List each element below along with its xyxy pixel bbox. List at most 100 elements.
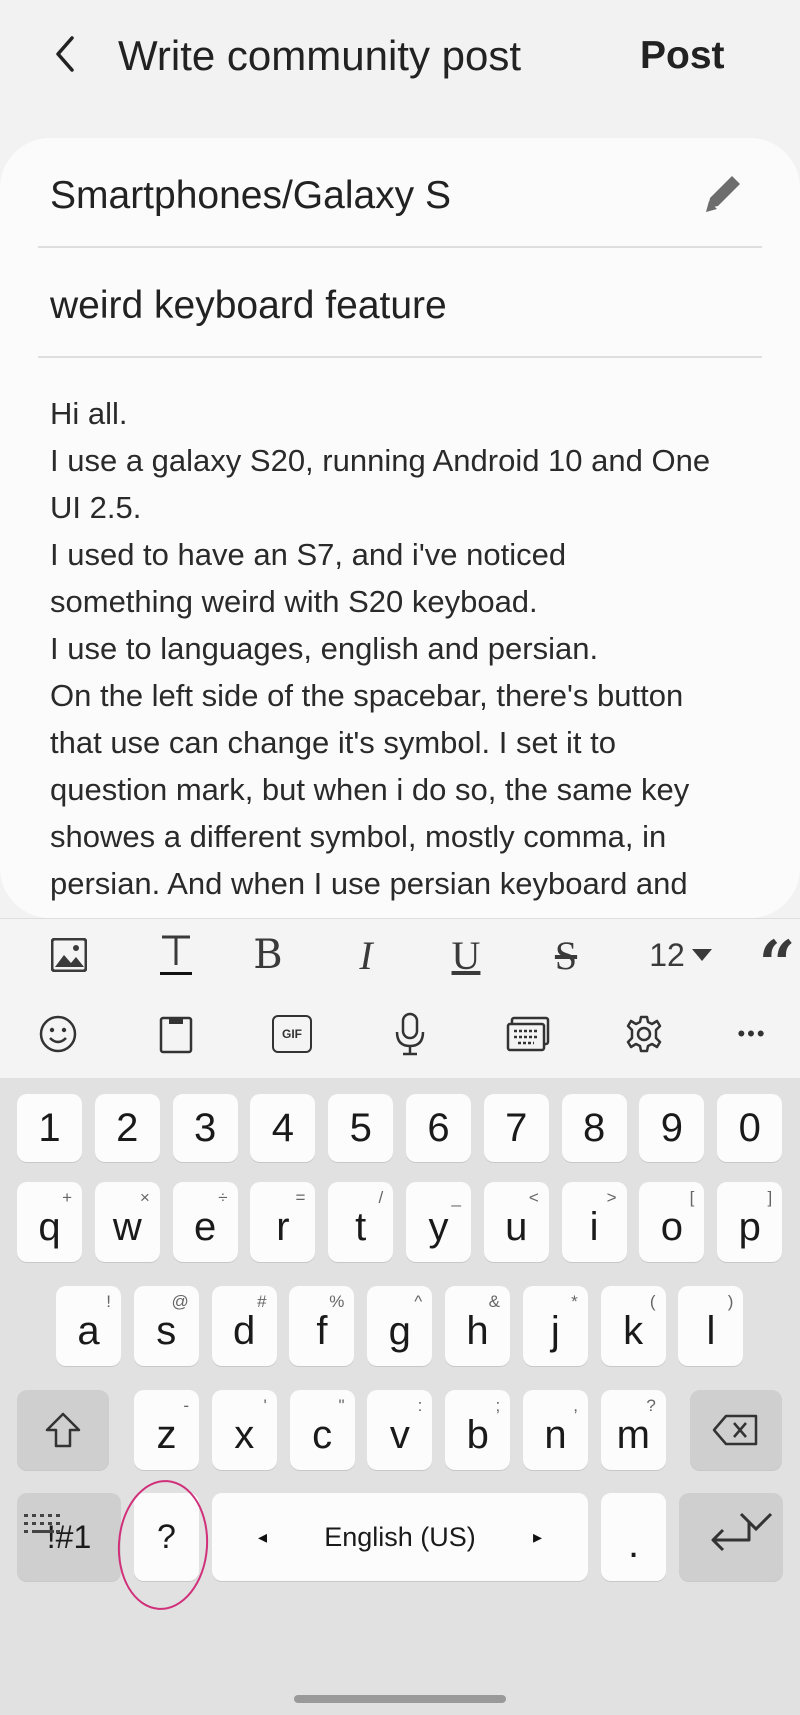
key-label: u <box>505 1204 528 1249</box>
body-text-line: showes a different symbol, mostly comma,… <box>50 819 667 854</box>
key-1[interactable]: 1 <box>17 1094 82 1162</box>
key-c[interactable]: " c <box>289 1390 355 1470</box>
key-p[interactable]: ] p <box>717 1182 783 1262</box>
font-size-button[interactable]: 12 <box>640 919 722 991</box>
key-e[interactable]: ÷ e <box>172 1182 238 1262</box>
key-8[interactable]: 8 <box>561 1094 627 1162</box>
key-z[interactable]: -z <box>134 1390 199 1470</box>
subject-field[interactable]: weird keyboard feature <box>50 278 447 334</box>
key-label: a <box>77 1308 100 1353</box>
microphone-icon <box>395 1012 425 1056</box>
keyboard-toolbar: GIF ••• <box>0 990 800 1078</box>
clipboard-button[interactable] <box>136 990 216 1078</box>
key-r[interactable]: = r <box>250 1182 316 1262</box>
shift-key[interactable] <box>17 1390 109 1470</box>
key-3[interactable]: 3 <box>172 1094 238 1162</box>
key-2[interactable]: 2 <box>94 1094 160 1162</box>
secondary-symbol: ' <box>263 1396 267 1415</box>
key-i[interactable]: > i <box>561 1182 627 1262</box>
settings-icon <box>626 1015 662 1053</box>
backspace-icon <box>712 1414 758 1446</box>
space-key[interactable]: ◂ English (US) ▸ <box>212 1493 588 1581</box>
home-indicator[interactable] <box>294 1695 506 1703</box>
gif-button[interactable]: GIF <box>252 990 332 1078</box>
key-label: d <box>232 1308 256 1353</box>
text-style-button[interactable] <box>146 919 206 991</box>
bold-button[interactable]: B <box>238 919 298 991</box>
backspace-key[interactable] <box>690 1390 782 1470</box>
key-label: l <box>706 1308 716 1353</box>
hide-keyboard-button[interactable] <box>738 1510 774 1540</box>
emoji-button[interactable] <box>18 990 98 1078</box>
key-label: t <box>355 1204 367 1249</box>
key-label: w <box>112 1204 142 1249</box>
secondary-symbol: ^ <box>414 1292 423 1311</box>
secondary-symbol: * <box>571 1292 578 1311</box>
strikethrough-button[interactable]: S <box>536 919 596 991</box>
secondary-symbol: @ <box>171 1292 189 1311</box>
clipboard-icon <box>159 1016 193 1054</box>
key-d[interactable]: # d <box>211 1286 277 1366</box>
body-text-field[interactable]: Hi all. I use a galaxy S20, running Andro… <box>50 390 760 907</box>
key-label: p <box>738 1204 761 1249</box>
underline-button[interactable]: U <box>436 919 496 991</box>
secondary-symbol: ! <box>106 1292 111 1311</box>
post-button[interactable]: Post <box>640 28 725 84</box>
cursor-left-icon: ◂ <box>258 1526 268 1547</box>
period-key[interactable]: . <box>601 1493 666 1581</box>
image-icon <box>51 938 87 972</box>
key-label: m <box>616 1412 650 1457</box>
key-j[interactable]: * j <box>522 1286 588 1366</box>
keyboard-settings-button[interactable] <box>604 990 684 1078</box>
edit-category-button[interactable] <box>700 168 748 220</box>
key-u[interactable]: < u <box>483 1182 549 1262</box>
key-o[interactable]: [o <box>639 1182 705 1262</box>
key-label: r <box>276 1204 290 1249</box>
key-s[interactable]: @ s <box>133 1286 199 1366</box>
key-a[interactable]: ! a <box>56 1286 121 1366</box>
divider <box>38 246 762 248</box>
key-g[interactable]: ^ g <box>367 1286 433 1366</box>
voice-input-button[interactable] <box>370 990 450 1078</box>
insert-image-button[interactable] <box>44 919 94 991</box>
key-m[interactable]: ? m <box>600 1390 666 1470</box>
secondary-symbol: ] <box>767 1188 773 1207</box>
chevron-down-icon <box>739 1512 773 1532</box>
key-y[interactable]: _ y <box>406 1182 471 1262</box>
key-l[interactable]: ) l <box>678 1286 744 1366</box>
key-v[interactable]: :v <box>367 1390 433 1470</box>
key-n[interactable]: ,n <box>523 1390 588 1470</box>
keyboard-switch-button[interactable] <box>22 1510 64 1540</box>
key-label: q <box>38 1204 61 1249</box>
key-q[interactable]: + q <box>17 1182 82 1262</box>
key-f[interactable]: % f <box>289 1286 355 1366</box>
key-6[interactable]: 6 <box>406 1094 471 1162</box>
key-x[interactable]: ' x <box>211 1390 277 1470</box>
key-w[interactable]: × w <box>94 1182 160 1262</box>
secondary-symbol: ) <box>727 1292 734 1311</box>
key-7[interactable]: 7 <box>483 1094 549 1162</box>
italic-button[interactable]: I <box>336 919 396 991</box>
key-label: i <box>589 1204 599 1249</box>
key-5[interactable]: 5 <box>328 1094 394 1162</box>
secondary-symbol: ; <box>495 1396 501 1415</box>
category-field[interactable]: Smartphones/Galaxy S <box>50 168 451 224</box>
more-icon: ••• <box>737 1021 767 1046</box>
quote-button[interactable]: “ <box>754 919 800 1002</box>
back-button[interactable] <box>40 28 90 80</box>
key-label: y <box>428 1204 449 1249</box>
more-button[interactable]: ••• <box>712 990 792 1078</box>
key-k[interactable]: (k <box>600 1286 666 1366</box>
keyboard-mode-button[interactable] <box>488 990 568 1078</box>
key-h[interactable]: & h <box>445 1286 510 1366</box>
key-4[interactable]: 4 <box>250 1094 316 1162</box>
key-0[interactable]: 0 <box>717 1094 783 1162</box>
keyboard-mode-icon <box>506 1016 550 1052</box>
secondary-symbol: ( <box>649 1292 656 1311</box>
key-9[interactable]: 9 <box>639 1094 705 1162</box>
secondary-symbol: % <box>329 1292 345 1311</box>
key-b[interactable]: ; b <box>445 1390 511 1470</box>
key-t[interactable]: / t <box>328 1182 394 1262</box>
back-arrow-icon <box>56 36 74 72</box>
font-size-value: 12 <box>649 936 685 973</box>
